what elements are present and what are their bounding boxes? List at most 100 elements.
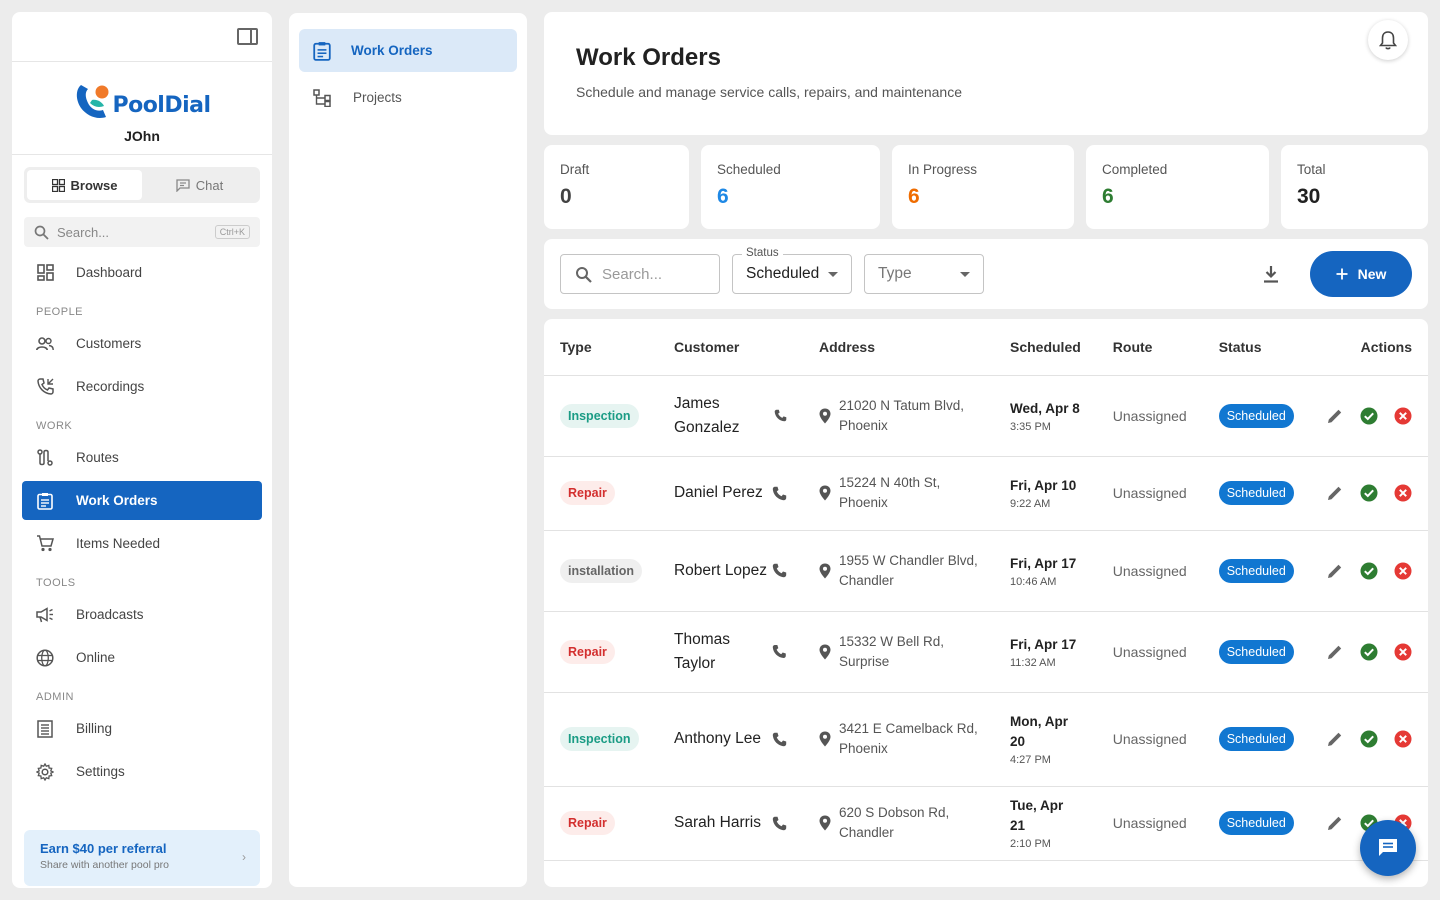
address-cell: 3421 E Camelback Rd, Phoenix [819,719,978,759]
nav-items-needed[interactable]: Items Needed [22,524,262,563]
complete-check-icon[interactable] [1360,407,1378,425]
search-icon [34,225,49,240]
sidebar-search-placeholder: Search... [57,224,110,240]
chat-tab[interactable]: Chat [142,170,257,200]
address-cell: 620 S Dobson Rd, Chandler [819,803,978,843]
col-type[interactable]: Type [544,319,658,376]
phone-icon[interactable] [772,563,787,578]
hierarchy-icon [313,88,331,107]
address-text: 15224 N 40th St, Phoenix [838,475,941,510]
col-route[interactable]: Route [1096,319,1203,376]
route-value: Unassigned [1112,562,1187,579]
new-work-order-button[interactable]: New [1310,251,1412,297]
complete-check-icon[interactable] [1360,562,1378,580]
stat-value: 6 [1102,185,1114,208]
type-select[interactable]: Type [864,254,984,294]
chat-icon [176,178,190,192]
customer-name[interactable]: Sarah Harris [674,811,761,835]
edit-icon[interactable] [1326,407,1344,425]
table-row[interactable]: installation Robert Lopez 1955 W Chandle… [544,530,1428,612]
customer-cell: Thomas Taylor [674,628,787,676]
nav-billing[interactable]: Billing [22,709,262,748]
customer-cell: Robert Lopez [674,559,787,583]
customer-cell: Daniel Perez [674,481,787,505]
customer-name[interactable]: Robert Lopez [674,559,767,583]
route-icon [36,449,54,467]
search-placeholder: Search... [602,265,663,283]
phone-icon[interactable] [772,816,787,831]
stat-value: 0 [560,185,572,208]
sidebar-top [12,12,272,62]
phone-icon[interactable] [772,644,787,659]
cancel-x-icon[interactable] [1394,484,1412,502]
table-row[interactable]: Repair Sarah Harris 620 S Dobson Rd, Cha… [544,786,1428,861]
complete-check-icon[interactable] [1360,484,1378,502]
cancel-x-icon[interactable] [1394,562,1412,580]
status-select[interactable]: Status Scheduled [732,247,852,294]
stat-value: 6 [717,185,729,208]
nav-online[interactable]: Online [22,638,262,677]
cancel-x-icon[interactable] [1394,730,1412,748]
nav-work-orders[interactable]: Work Orders [22,481,262,520]
table-row[interactable]: Inspection James Gonzalez 21020 N Tatum … [544,375,1428,457]
address-text: 15332 W Bell Rd, Surprise [838,633,945,669]
edit-icon[interactable] [1326,814,1344,832]
phone-icon[interactable] [772,732,787,747]
page-header: Work Orders Schedule and manage service … [544,12,1428,135]
customer-name[interactable]: James Gonzalez [674,392,774,440]
notifications-button[interactable] [1368,20,1408,60]
subnav-work-orders[interactable]: Work Orders [299,29,517,72]
table-row[interactable]: Inspection Anthony Lee 3421 E Camelback … [544,692,1428,787]
search-input[interactable]: Search... [560,254,720,294]
megaphone-icon [36,606,54,624]
scheduled-time: 11:32 AM [1009,656,1056,669]
referral-banner[interactable]: Earn $40 per referral Share with another… [24,830,260,886]
col-address[interactable]: Address [802,319,994,376]
location-pin-icon [819,563,831,578]
edit-icon[interactable] [1326,484,1344,502]
nav-settings-label: Settings [76,764,125,779]
download-icon [1264,266,1278,283]
row-actions [1326,730,1412,748]
sidebar: PoolDial JOhn Browse Chat Search... Ctrl… [12,12,272,888]
dropdown-arrow-icon [960,272,970,277]
nav-dashboard-label: Dashboard [76,265,143,280]
col-customer[interactable]: Customer [657,319,803,376]
table-row[interactable]: Repair Daniel Perez 15224 N 40th St, Pho… [544,456,1428,531]
col-actions: Actions [1309,319,1428,376]
sidebar-search[interactable]: Search... Ctrl+K [24,217,260,247]
globe-icon [36,648,54,667]
complete-check-icon[interactable] [1360,643,1378,661]
table-row[interactable]: Repair Thomas Taylor 15332 W Bell Rd, Su… [544,611,1428,693]
edit-icon[interactable] [1326,643,1344,661]
nav-routes[interactable]: Routes [22,438,262,477]
phone-icon[interactable] [772,486,787,501]
scheduled-time: 3:35 PM [1009,420,1051,433]
edit-icon[interactable] [1326,562,1344,580]
cart-icon [36,535,54,553]
customer-name[interactable]: Anthony Lee [674,727,761,751]
chat-fab-button[interactable] [1360,820,1416,876]
edit-icon[interactable] [1326,730,1344,748]
plus-icon [1336,268,1348,280]
nav-dashboard[interactable]: Dashboard [22,253,262,292]
browse-label: Browse [70,177,118,193]
sidebar-collapse-icon[interactable] [237,28,258,45]
nav-settings[interactable]: Settings [22,752,262,791]
cancel-x-icon[interactable] [1394,407,1412,425]
col-status[interactable]: Status [1202,319,1310,376]
address-cell: 21020 N Tatum Blvd, Phoenix [819,396,978,436]
customer-name[interactable]: Daniel Perez [674,481,763,505]
nav-broadcasts[interactable]: Broadcasts [22,595,262,634]
download-button[interactable] [1256,259,1286,289]
browse-tab[interactable]: Browse [27,170,142,200]
cancel-x-icon[interactable] [1394,643,1412,661]
address-cell: 1955 W Chandler Blvd, Chandler [819,551,978,591]
subnav-projects[interactable]: Projects [299,76,517,119]
col-scheduled[interactable]: Scheduled [993,319,1097,376]
complete-check-icon[interactable] [1360,730,1378,748]
nav-customers[interactable]: Customers [22,324,262,363]
phone-icon[interactable] [774,408,787,423]
customer-name[interactable]: Thomas Taylor [674,628,772,676]
nav-recordings[interactable]: Recordings [22,367,262,406]
